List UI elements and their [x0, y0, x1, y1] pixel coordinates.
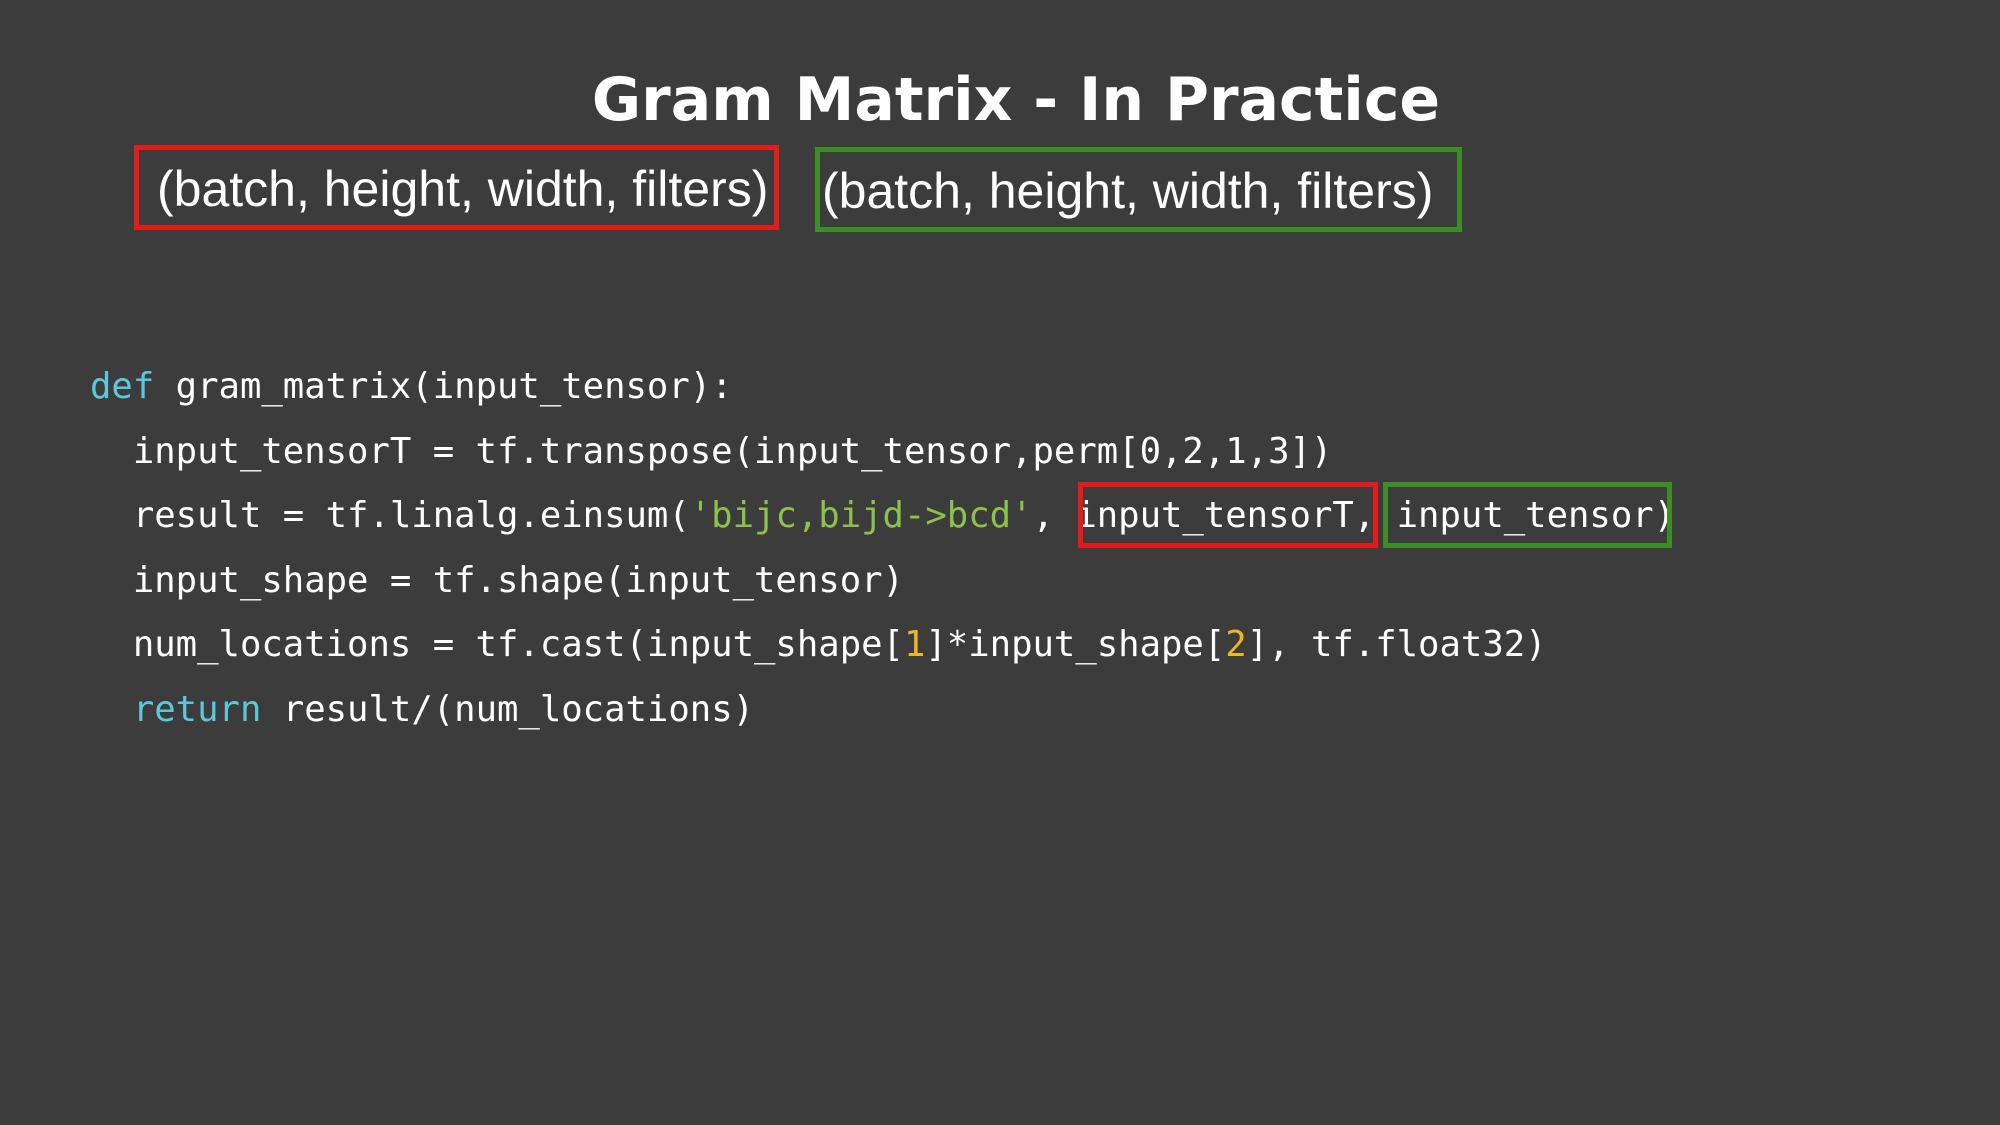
number-literal: 1	[903, 624, 926, 665]
keyword-return: return	[132, 688, 262, 730]
code-line-4: input_shape = tf.shape(input_tensor)	[90, 549, 1675, 614]
tensor-shape-box-green: (batch, height, width, filters)	[815, 147, 1462, 232]
einsum-arg-tensor: , input_tensor	[1353, 495, 1654, 536]
code-block: def gram_matrix(input_tensor): input_ten…	[90, 355, 1675, 742]
code-text: input_shape = tf.shape(input_tensor)	[90, 559, 904, 601]
code-text: num_locations = tf.cast(input_shape[	[90, 624, 904, 665]
keyword-def: def	[90, 366, 155, 407]
code-text: result/(num_locations)	[261, 688, 755, 730]
code-line-6: return result/(num_locations)	[90, 678, 1675, 743]
code-text: gram_matrix(input_tensor):	[154, 366, 733, 407]
code-text: )	[1653, 495, 1676, 536]
code-text: input_tensorT = tf.transpose(input_tenso…	[90, 430, 1333, 472]
code-line-1: def gram_matrix(input_tensor):	[90, 355, 1675, 420]
einsum-string: 'bijc,bijd->bcd'	[689, 495, 1033, 536]
tensor-shape-box-red: (batch, height, width, filters)	[134, 145, 779, 230]
tensor-shape-label-right: (batch, height, width, filters)	[822, 163, 1434, 219]
code-line-2: input_tensorT = tf.transpose(input_tenso…	[90, 420, 1675, 485]
code-line-3: result = tf.linalg.einsum('bijc,bijd->bc…	[90, 484, 1675, 549]
code-text: result = tf.linalg.einsum(	[90, 495, 690, 536]
code-line-5: num_locations = tf.cast(input_shape[1]*i…	[90, 613, 1675, 678]
tensor-shape-label-left: (batch, height, width, filters)	[157, 161, 769, 217]
slide-title: Gram Matrix - In Practice	[591, 65, 1441, 135]
code-text: ]*input_shape[	[925, 624, 1226, 665]
number-literal: 2	[1225, 624, 1247, 665]
code-text: ], tf.float32)	[1246, 624, 1547, 665]
einsum-arg-transposed: , input_tensorT	[1032, 495, 1354, 536]
